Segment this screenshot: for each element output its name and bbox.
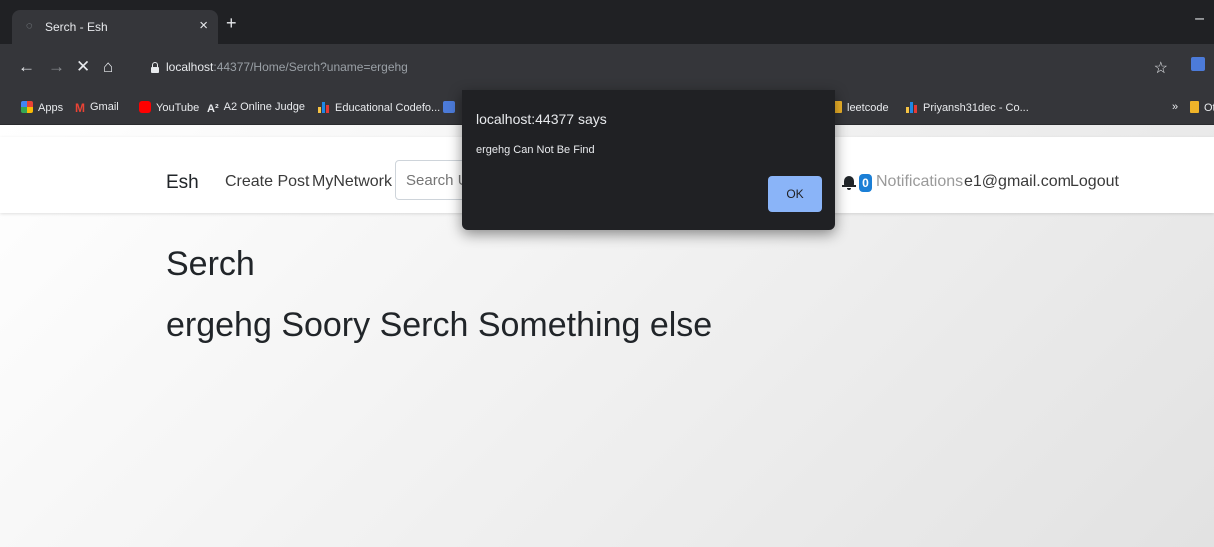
dialog-message: ergehg Can Not Be Find bbox=[476, 144, 595, 156]
dialog-ok-button[interactable]: OK bbox=[768, 176, 822, 212]
folder-icon bbox=[1190, 101, 1199, 113]
pocket-icon bbox=[443, 101, 455, 113]
alert-dialog: localhost:44377 says ergehg Can Not Be F… bbox=[462, 90, 835, 230]
nav-mynetwork[interactable]: MyNetwork bbox=[312, 173, 392, 191]
dialog-title: localhost:44377 says bbox=[476, 111, 607, 127]
extension-translate-icon[interactable] bbox=[1191, 57, 1205, 71]
new-tab-button[interactable]: + bbox=[226, 13, 237, 34]
loading-spinner-icon: ◌ bbox=[26, 20, 33, 32]
browser-tab[interactable]: ◌ Serch - Esh × bbox=[12, 10, 218, 44]
a2-icon: A² bbox=[207, 103, 219, 115]
tab-title: Serch - Esh bbox=[45, 20, 108, 34]
address-bar[interactable]: localhost:44377/Home/Serch?uname=ergehg … bbox=[133, 47, 1173, 91]
stop-reload-button[interactable]: ✕ bbox=[76, 57, 90, 77]
bookmark-priyansh[interactable]: Priyansh31dec - Co... bbox=[906, 101, 1029, 114]
bookmarks-overflow-button[interactable]: » bbox=[1172, 101, 1178, 113]
notifications-count-badge: 0 bbox=[859, 174, 872, 192]
codeforces-icon bbox=[906, 101, 918, 113]
brand-link[interactable]: Esh bbox=[166, 172, 199, 194]
bookmark-youtube[interactable]: YouTube bbox=[139, 101, 199, 114]
logout-link[interactable]: Logout bbox=[1070, 173, 1119, 191]
home-button[interactable]: ⌂ bbox=[103, 57, 113, 77]
lock-icon[interactable] bbox=[151, 62, 159, 73]
nav-create-post[interactable]: Create Post bbox=[225, 173, 309, 191]
forward-button[interactable]: → bbox=[48, 57, 65, 77]
bell-icon[interactable] bbox=[842, 176, 856, 190]
other-bookmarks[interactable]: Oth bbox=[1190, 101, 1214, 114]
nav-notifications[interactable]: Notifications bbox=[876, 173, 963, 191]
codeforces-icon bbox=[318, 101, 330, 113]
user-email[interactable]: e1@gmail.com bbox=[964, 173, 1071, 191]
gmail-icon: M bbox=[75, 101, 85, 115]
bookmark-leetcode[interactable]: leetcode bbox=[833, 101, 889, 114]
page-title: Serch bbox=[166, 245, 255, 283]
bookmark-educational-codeforces[interactable]: Educational Codefo... bbox=[318, 101, 440, 114]
bookmark-extension[interactable] bbox=[443, 101, 460, 114]
tab-close-icon[interactable]: × bbox=[199, 17, 208, 34]
bookmark-a2[interactable]: A² A2 Online Judge bbox=[207, 101, 305, 115]
back-button[interactable]: ← bbox=[18, 57, 35, 77]
browser-toolbar: ← → ✕ ⌂ localhost:44377/Home/Serch?uname… bbox=[0, 44, 1214, 94]
youtube-icon bbox=[139, 101, 151, 113]
bookmark-gmail[interactable]: M Gmail bbox=[75, 101, 119, 115]
bookmark-star-icon[interactable]: ☆ bbox=[1154, 58, 1168, 78]
apps-grid-icon bbox=[21, 101, 33, 113]
address-url[interactable]: localhost:44377/Home/Serch?uname=ergehg bbox=[166, 60, 408, 74]
search-result-message: ergehg Soory Serch Something else bbox=[166, 306, 713, 344]
bookmark-apps[interactable]: Apps bbox=[21, 101, 63, 114]
browser-tab-strip: ◌ Serch - Esh × + – bbox=[0, 0, 1214, 44]
window-minimize-button[interactable]: – bbox=[1195, 10, 1204, 28]
